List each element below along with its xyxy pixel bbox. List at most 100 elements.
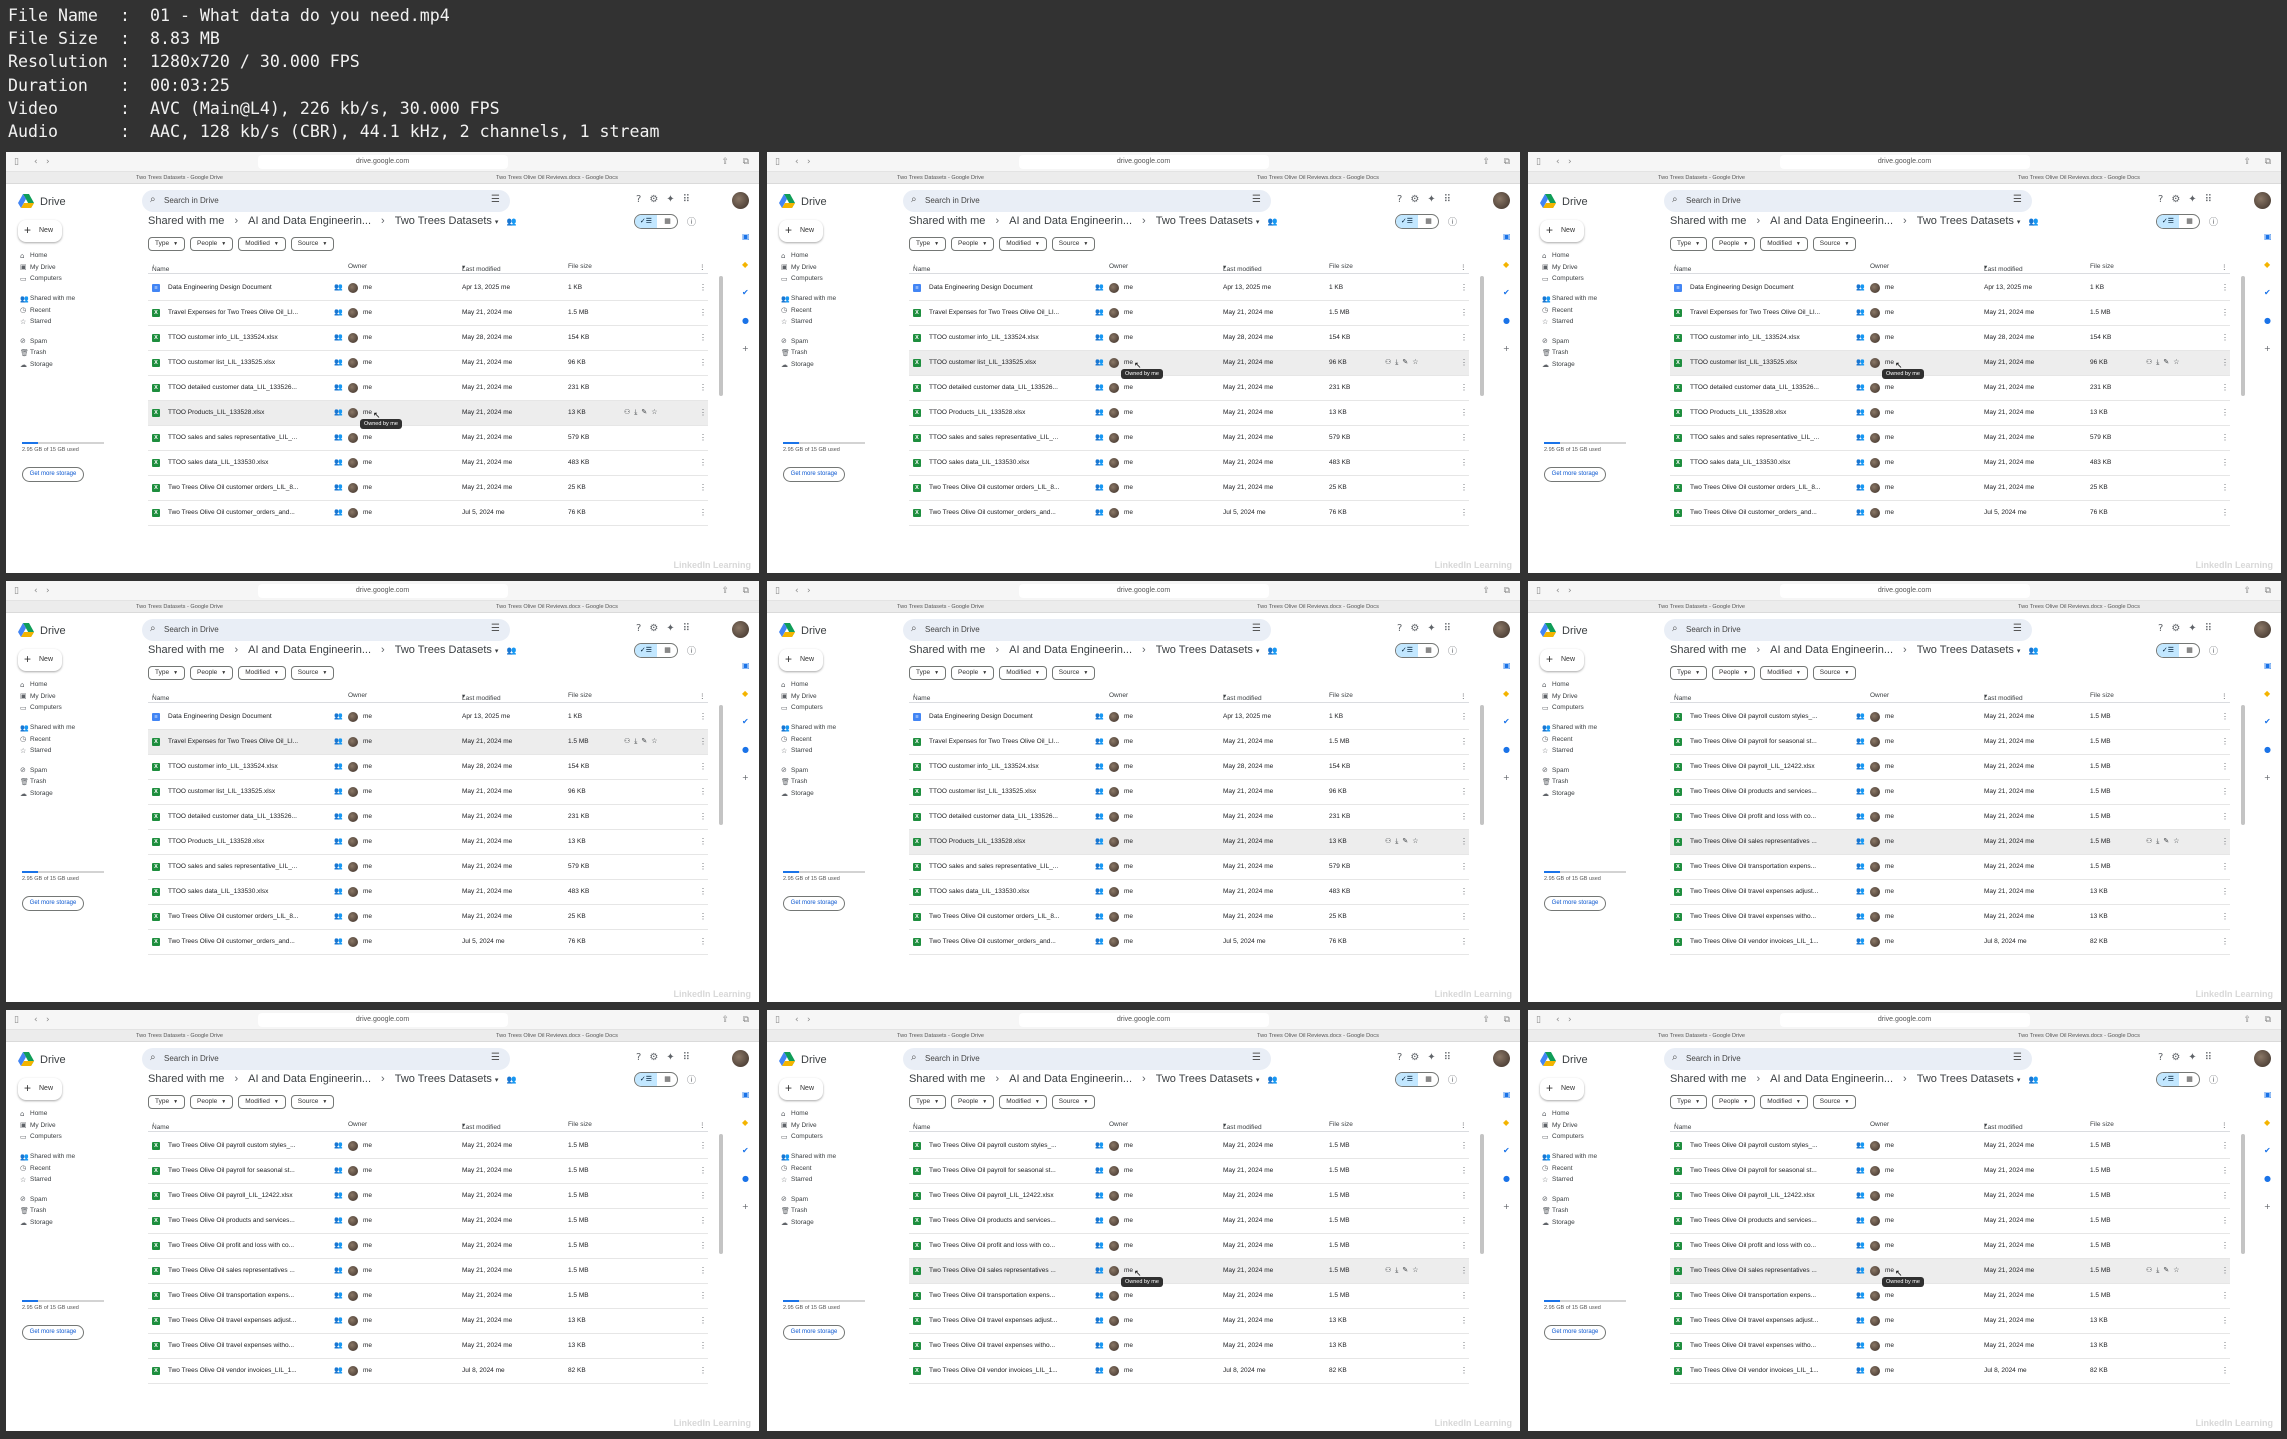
get-more-storage-button[interactable]: Get more storage — [22, 896, 84, 911]
table-row[interactable]: X Two Trees Olive Oil payroll for seasona… — [1670, 1159, 2230, 1184]
back-icon[interactable]: ‹ — [1556, 1015, 1560, 1025]
nav-item-storage[interactable]: ☁ Storage — [1542, 359, 1632, 371]
nav-item-my-drive[interactable]: ▣ My Drive — [781, 1120, 871, 1132]
breadcrumb-folder[interactable]: AI and Data Engineerin... — [248, 215, 371, 227]
table-row[interactable]: X Two Trees Olive Oil sales representativ… — [1670, 830, 2230, 855]
nav-item-trash[interactable]: 🗑 Trash — [20, 776, 110, 788]
sidebar-toggle-icon[interactable]: ▯ — [14, 157, 19, 167]
column-owner[interactable]: Owner — [348, 263, 367, 270]
more-options-icon[interactable]: ⋮ — [1460, 333, 1468, 342]
file-name[interactable]: TTOO customer list_LIL_133525.xlsx — [168, 788, 323, 795]
file-name[interactable]: Two Trees Olive Oil travel expenses adju… — [929, 1317, 1084, 1324]
star-icon[interactable]: ☆ — [651, 737, 661, 745]
more-options-icon[interactable]: ⋮ — [699, 1216, 707, 1225]
table-row[interactable]: X TTOO sales and sales representative_LIL… — [909, 855, 1469, 880]
tabs-overview-icon[interactable]: ⧉ — [743, 586, 749, 596]
keep-icon[interactable]: ◆ — [742, 689, 752, 717]
file-name[interactable]: Two Trees Olive Oil vendor invoices_LIL_… — [1690, 1367, 1845, 1374]
gear-icon[interactable]: ⚙ — [1410, 623, 1419, 634]
nav-item-shared-with-me[interactable]: 👥 Shared with me — [781, 293, 871, 305]
filter-type[interactable]: Type ▼ — [1670, 666, 1708, 680]
file-name[interactable]: Two Trees Olive Oil travel expenses with… — [1690, 913, 1845, 920]
star-icon[interactable]: ☆ — [2173, 1266, 2183, 1274]
more-options-icon[interactable]: ⋮ — [1460, 1266, 1468, 1275]
nav-item-recent[interactable]: ◷ Recent — [20, 1162, 110, 1174]
more-options-icon[interactable]: ⋮ — [699, 1366, 707, 1375]
more-options-icon[interactable]: ⋮ — [2221, 1266, 2229, 1275]
share-user-icon[interactable]: ⚇ — [1385, 358, 1395, 366]
file-name[interactable]: Two Trees Olive Oil sales representative… — [168, 1267, 323, 1274]
column-owner[interactable]: Owner — [1109, 263, 1128, 270]
back-icon[interactable]: ‹ — [34, 586, 38, 596]
table-row[interactable]: X Two Trees Olive Oil vendor invoices_LIL… — [1670, 1359, 2230, 1384]
table-row[interactable]: X Two Trees Olive Oil products and servic… — [1670, 780, 2230, 805]
more-options-icon[interactable]: ⋮ — [1460, 1141, 1468, 1150]
tasks-icon[interactable]: ✔ — [1503, 717, 1513, 745]
filter-source[interactable]: Source ▼ — [1812, 237, 1857, 251]
share-icon[interactable]: ⇪ — [1482, 586, 1490, 596]
filter-source[interactable]: Source ▼ — [1812, 666, 1857, 680]
more-options-icon[interactable]: ⋮ — [2221, 762, 2229, 771]
file-name[interactable]: Travel Expenses for Two Trees Olive Oil_… — [929, 738, 1084, 745]
calendar-icon[interactable]: ▣ — [1503, 1090, 1513, 1118]
more-options-icon[interactable]: ⋮ — [1460, 887, 1468, 896]
caret-down-icon[interactable]: ▾ — [1256, 1077, 1260, 1084]
nav-item-my-drive[interactable]: ▣ My Drive — [1542, 691, 1632, 703]
back-icon[interactable]: ‹ — [795, 157, 799, 167]
table-row[interactable]: X Two Trees Olive Oil profit and loss wit… — [1670, 1234, 2230, 1259]
file-name[interactable]: TTOO detailed customer data_LIL_133526..… — [929, 813, 1084, 820]
apps-icon[interactable]: ⠿ — [683, 1052, 690, 1063]
filter-source[interactable]: Source ▼ — [290, 666, 335, 680]
avatar[interactable] — [2254, 1050, 2271, 1067]
keep-icon[interactable]: ◆ — [742, 260, 752, 288]
nav-item-computers[interactable]: ▭ Computers — [781, 702, 871, 714]
star-icon[interactable]: ☆ — [1412, 837, 1422, 845]
caret-down-icon[interactable]: ▾ — [495, 648, 499, 655]
filter-modified[interactable]: Modified ▼ — [238, 237, 286, 251]
add-addon-icon[interactable]: + — [1503, 344, 1513, 372]
nav-item-storage[interactable]: ☁ Storage — [1542, 1217, 1632, 1229]
nav-item-my-drive[interactable]: ▣ My Drive — [781, 691, 871, 703]
nav-item-storage[interactable]: ☁ Storage — [20, 788, 110, 800]
star-icon[interactable]: ☆ — [2173, 358, 2183, 366]
filter-icon[interactable]: ☰ — [1252, 623, 1261, 634]
contacts-icon[interactable]: ● — [2264, 316, 2274, 344]
help-icon[interactable]: ? — [636, 623, 641, 634]
more-options-icon[interactable]: ⋮ — [2221, 483, 2229, 492]
file-name[interactable]: Data Engineering Design Document — [1690, 284, 1845, 291]
nav-item-trash[interactable]: 🗑 Trash — [1542, 347, 1632, 359]
column-owner[interactable]: Owner — [348, 1121, 367, 1128]
nav-item-spam[interactable]: ⊘ Spam — [1542, 1194, 1632, 1206]
apps-icon[interactable]: ⠿ — [2205, 194, 2212, 205]
file-name[interactable]: TTOO Products_LIL_133528.xlsx — [168, 838, 323, 845]
calendar-icon[interactable]: ▣ — [1503, 232, 1513, 260]
avatar[interactable] — [1493, 1050, 1510, 1067]
table-row[interactable]: X Two Trees Olive Oil products and servic… — [909, 1209, 1469, 1234]
column-last-modified[interactable]: Last modified ▾ — [1223, 263, 1262, 273]
nav-item-starred[interactable]: ☆ Starred — [20, 745, 110, 757]
table-row[interactable]: X TTOO customer list_LIL_133525.xlsx 👥 me Ma… — [1670, 351, 2230, 379]
forward-icon[interactable]: › — [1568, 586, 1572, 596]
filter-type[interactable]: Type ▼ — [909, 1095, 947, 1109]
nav-item-trash[interactable]: 🗑 Trash — [781, 347, 871, 359]
nav-item-starred[interactable]: ☆ Starred — [1542, 316, 1632, 328]
tab-drive[interactable]: Two Trees Datasets - Google Drive — [1658, 175, 1745, 181]
more-options-icon[interactable]: ⋮ — [2221, 912, 2229, 921]
more-options-icon[interactable]: ⋮ — [699, 1316, 707, 1325]
get-more-storage-button[interactable]: Get more storage — [1544, 896, 1606, 911]
file-name[interactable]: Two Trees Olive Oil customer_orders_and.… — [168, 938, 323, 945]
contacts-icon[interactable]: ● — [742, 316, 752, 344]
calendar-icon[interactable]: ▣ — [742, 661, 752, 689]
column-last-modified[interactable]: Last modified ▾ — [1223, 692, 1262, 702]
nav-item-shared-with-me[interactable]: 👥 Shared with me — [20, 722, 110, 734]
get-more-storage-button[interactable]: Get more storage — [783, 896, 845, 911]
address-bar[interactable]: drive.google.com — [257, 155, 508, 169]
table-row[interactable]: X Two Trees Olive Oil profit and loss wit… — [909, 1234, 1469, 1259]
more-options-icon[interactable]: ⋮ — [2221, 787, 2229, 796]
grid-view-icon[interactable]: ▦ — [2179, 644, 2199, 657]
more-options-icon[interactable]: ⋮ — [699, 1241, 707, 1250]
filter-type[interactable]: Type ▼ — [909, 666, 947, 680]
column-last-modified[interactable]: Last modified ▾ — [462, 263, 501, 273]
nav-item-trash[interactable]: 🗑 Trash — [1542, 776, 1632, 788]
file-name[interactable]: Two Trees Olive Oil customer_orders_and.… — [929, 509, 1084, 516]
